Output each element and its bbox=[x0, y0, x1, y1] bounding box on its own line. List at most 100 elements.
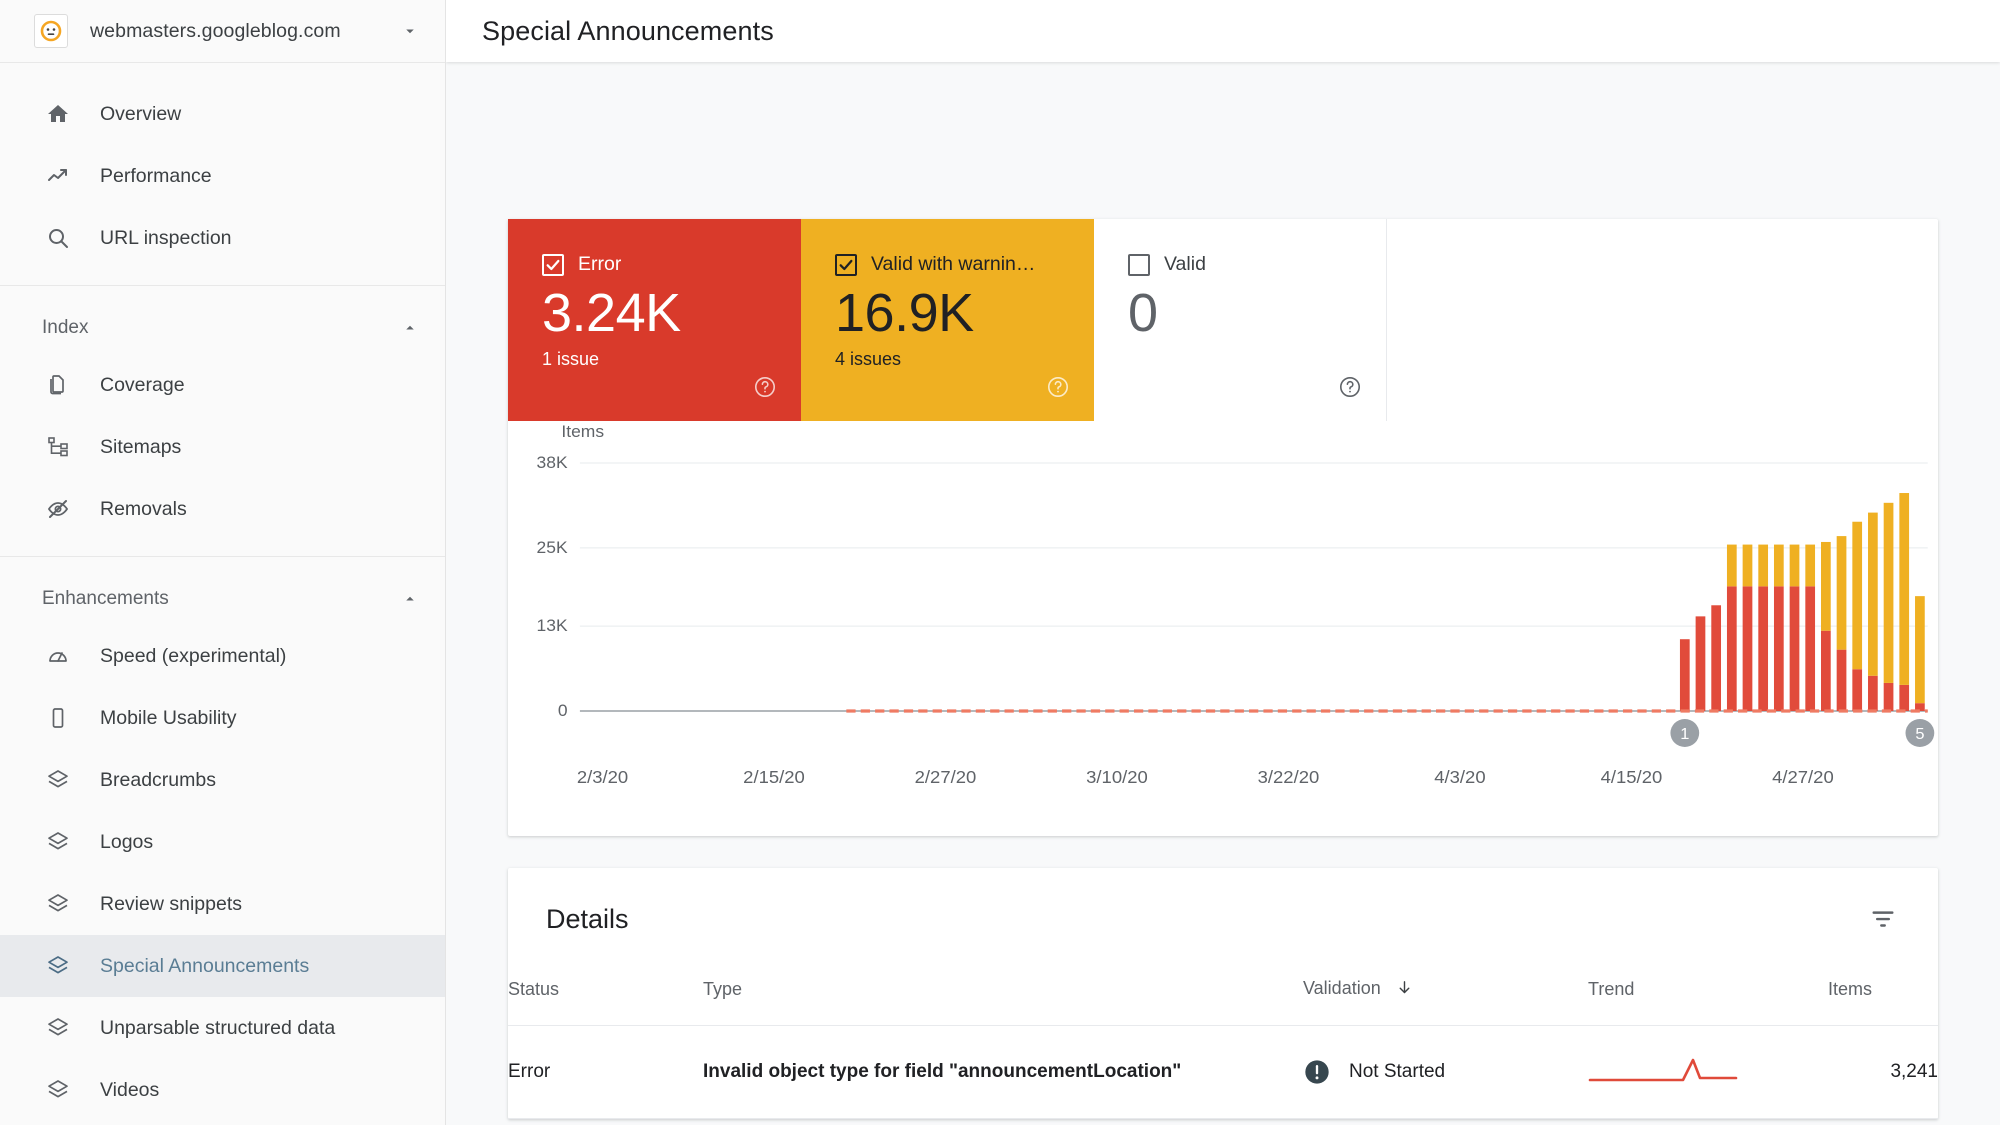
table-header-row: Status Type Validation Trend Items bbox=[508, 958, 1938, 1026]
status-tile-header: Valid bbox=[1128, 253, 1360, 276]
table-row[interactable]: Error Invalid object type for field "ann… bbox=[508, 1025, 1938, 1119]
details-table: Status Type Validation Trend Items Error… bbox=[508, 958, 1938, 1119]
status-tile-value: 3.24K bbox=[542, 283, 681, 343]
sidebar-item-videos[interactable]: Videos bbox=[0, 1059, 445, 1121]
status-tile-value: 0 bbox=[1128, 283, 1158, 343]
property-name: webmasters.googleblog.com bbox=[90, 19, 341, 42]
svg-text:5: 5 bbox=[1915, 725, 1924, 743]
column-header-type[interactable]: Type bbox=[703, 958, 1303, 1026]
status-tile-label: Error bbox=[578, 253, 622, 275]
pages-icon bbox=[42, 369, 74, 401]
sidebar-item-label: Special Announcements bbox=[100, 954, 310, 977]
chart-svg: Items 0 13K 25K 38K 1 5 2/3/20 2/15/20 2/27/20 3/1… bbox=[537, 421, 1935, 787]
chevron-up-icon[interactable] bbox=[399, 317, 421, 339]
sidebar-item-review-snippets[interactable]: Review snippets bbox=[0, 873, 445, 935]
details-card: Details Status Type Validation Trend Ite… bbox=[508, 868, 1938, 1119]
cell-validation: Not Started bbox=[1303, 1025, 1588, 1119]
status-tile-subtext: 4 issues bbox=[835, 349, 902, 370]
trending-up-icon bbox=[42, 160, 74, 192]
page-title: Special Announcements bbox=[482, 15, 774, 46]
sidebar-item-logos[interactable]: Logos bbox=[0, 811, 445, 873]
sidebar-item-sitemaps[interactable]: Sitemaps bbox=[0, 416, 445, 478]
layers-icon bbox=[42, 888, 74, 920]
svg-text:13K: 13K bbox=[537, 615, 569, 635]
svg-text:3/10/20: 3/10/20 bbox=[1086, 766, 1148, 787]
status-tile-label: Valid bbox=[1164, 253, 1206, 275]
nav-group-index: Index Coverage Sitemaps Removals bbox=[0, 285, 445, 556]
svg-text:2/15/20: 2/15/20 bbox=[743, 766, 805, 787]
cell-trend bbox=[1588, 1025, 1828, 1119]
status-tile-header: Valid with warnin… bbox=[835, 253, 1068, 276]
exclamation-circle-icon bbox=[1303, 1058, 1331, 1086]
svg-text:0: 0 bbox=[558, 700, 568, 720]
help-circle-icon[interactable] bbox=[1338, 375, 1362, 399]
cell-validation-label: Not Started bbox=[1349, 1061, 1446, 1082]
sidebar-group-title: Enhancements bbox=[42, 588, 169, 609]
sidebar-item-label: Breadcrumbs bbox=[100, 768, 216, 791]
details-title: Details bbox=[546, 903, 629, 934]
status-tile-valid[interactable]: Valid 0 bbox=[1094, 219, 1387, 421]
svg-text:3/22/20: 3/22/20 bbox=[1258, 766, 1320, 787]
main-body: Error 3.24K 1 issue Valid with warnin… 1… bbox=[446, 62, 2000, 1125]
sidebar-item-label: Overview bbox=[100, 102, 182, 125]
checkbox-checked-icon[interactable] bbox=[835, 253, 857, 276]
property-selector[interactable]: webmasters.googleblog.com bbox=[0, 0, 445, 62]
sidebar-item-url-inspection[interactable]: URL inspection bbox=[0, 207, 445, 269]
sidebar-group-header-enhancements[interactable]: Enhancements bbox=[0, 573, 445, 625]
column-header-status[interactable]: Status bbox=[508, 958, 703, 1026]
sidebar: webmasters.googleblog.com Overview Perfo… bbox=[0, 0, 446, 1125]
layers-icon bbox=[42, 764, 74, 796]
column-header-validation[interactable]: Validation bbox=[1303, 958, 1588, 1026]
svg-text:1: 1 bbox=[1680, 725, 1689, 743]
svg-text:4/3/20: 4/3/20 bbox=[1434, 766, 1485, 787]
sidebar-item-performance[interactable]: Performance bbox=[0, 145, 445, 207]
svg-text:4/27/20: 4/27/20 bbox=[1772, 766, 1834, 787]
svg-text:Items: Items bbox=[561, 421, 604, 441]
column-header-trend[interactable]: Trend bbox=[1588, 958, 1828, 1026]
filter-icon[interactable] bbox=[1866, 902, 1900, 936]
cell-status: Error bbox=[508, 1025, 703, 1119]
items-over-time-chart[interactable]: Items 0 13K 25K 38K 1 5 2/3/20 2/15/20 2/27/20 3/1… bbox=[508, 421, 1938, 836]
checkbox-checked-icon[interactable] bbox=[542, 253, 564, 276]
sidebar-item-breadcrumbs[interactable]: Breadcrumbs bbox=[0, 749, 445, 811]
column-header-items[interactable]: Items bbox=[1828, 958, 1938, 1026]
sidebar-item-speed[interactable]: Speed (experimental) bbox=[0, 625, 445, 687]
sparkline-trend-icon bbox=[1588, 1058, 1738, 1091]
sitemap-icon bbox=[42, 431, 74, 463]
sidebar-group-header-index[interactable]: Index bbox=[0, 302, 445, 354]
sidebar-item-label: Speed (experimental) bbox=[100, 644, 287, 667]
sidebar-item-removals[interactable]: Removals bbox=[0, 478, 445, 540]
sidebar-group-title: Index bbox=[42, 317, 89, 338]
arrow-down-icon bbox=[1396, 979, 1413, 1001]
svg-text:38K: 38K bbox=[537, 452, 569, 472]
help-circle-icon[interactable] bbox=[1046, 375, 1070, 399]
sidebar-item-special-announcements[interactable]: Special Announcements bbox=[0, 935, 445, 997]
sidebar-item-coverage[interactable]: Coverage bbox=[0, 354, 445, 416]
status-tile-valid-with-warnings[interactable]: Valid with warnin… 16.9K 4 issues bbox=[801, 219, 1094, 421]
sidebar-item-overview[interactable]: Overview bbox=[0, 83, 445, 145]
sidebar-item-label: Videos bbox=[100, 1078, 160, 1101]
layers-icon bbox=[42, 826, 74, 858]
svg-text:25K: 25K bbox=[537, 537, 569, 557]
sidebar-item-label: URL inspection bbox=[100, 226, 232, 249]
chevron-up-icon[interactable] bbox=[399, 588, 421, 610]
home-icon bbox=[42, 98, 74, 130]
sidebar-item-label: Unparsable structured data bbox=[100, 1016, 336, 1039]
main-content: Special Announcements Error 3.24K 1 issu… bbox=[446, 0, 2000, 1125]
mobile-icon bbox=[42, 702, 74, 734]
checkbox-unchecked-icon[interactable] bbox=[1128, 253, 1150, 276]
sidebar-item-mobile-usability[interactable]: Mobile Usability bbox=[0, 687, 445, 749]
cell-items: 3,241 bbox=[1828, 1025, 1938, 1119]
eye-off-icon bbox=[42, 493, 74, 525]
status-tile-header: Error bbox=[542, 253, 775, 276]
help-circle-icon[interactable] bbox=[753, 375, 777, 399]
status-chart-card: Error 3.24K 1 issue Valid with warnin… 1… bbox=[508, 219, 1938, 836]
status-tile-error[interactable]: Error 3.24K 1 issue bbox=[508, 219, 801, 421]
layers-icon bbox=[42, 1074, 74, 1106]
layers-icon bbox=[42, 950, 74, 982]
chevron-down-icon[interactable] bbox=[399, 20, 421, 42]
layers-icon bbox=[42, 1012, 74, 1044]
sidebar-item-unparsable-structured-data[interactable]: Unparsable structured data bbox=[0, 997, 445, 1059]
status-tile-subtext: 1 issue bbox=[542, 349, 600, 370]
cell-type: Invalid object type for field "announcem… bbox=[703, 1025, 1303, 1119]
